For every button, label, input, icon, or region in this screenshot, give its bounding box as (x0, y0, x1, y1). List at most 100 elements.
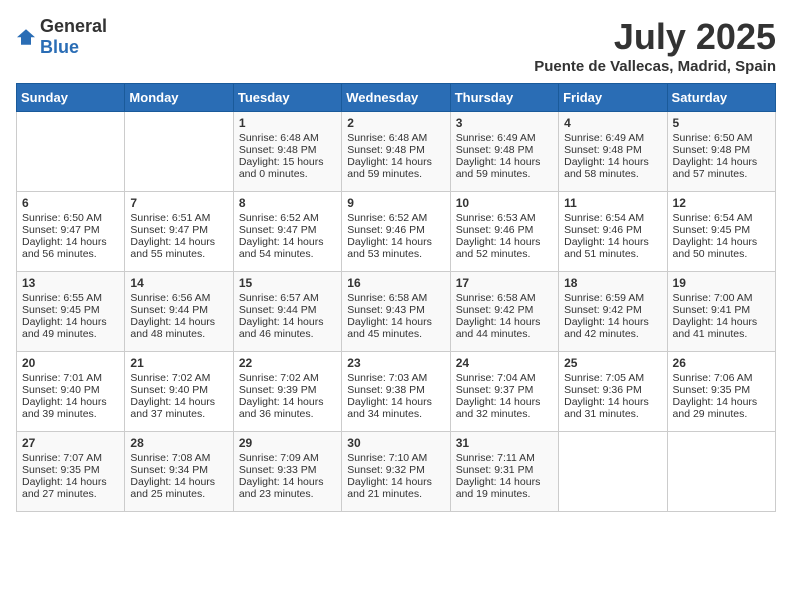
sunrise-time: Sunrise: 6:53 AM (456, 212, 553, 224)
sunset-time: Sunset: 9:42 PM (564, 304, 661, 316)
sunrise-time: Sunrise: 7:09 AM (239, 452, 336, 464)
daylight-hours: Daylight: 14 hours and 37 minutes. (130, 396, 227, 420)
sunset-time: Sunset: 9:34 PM (130, 464, 227, 476)
daylight-hours: Daylight: 14 hours and 23 minutes. (239, 476, 336, 500)
page-header: General Blue July 2025 Puente de Valleca… (16, 16, 776, 75)
weekday-header-sunday: Sunday (17, 84, 125, 112)
calendar-header: SundayMondayTuesdayWednesdayThursdayFrid… (17, 84, 776, 112)
sunset-time: Sunset: 9:47 PM (130, 224, 227, 236)
daylight-hours: Daylight: 14 hours and 36 minutes. (239, 396, 336, 420)
sunset-time: Sunset: 9:31 PM (456, 464, 553, 476)
sunset-time: Sunset: 9:48 PM (564, 144, 661, 156)
sunset-time: Sunset: 9:39 PM (239, 384, 336, 396)
logo-blue: Blue (40, 37, 79, 57)
calendar-cell: 24Sunrise: 7:04 AMSunset: 9:37 PMDayligh… (450, 352, 558, 432)
daylight-hours: Daylight: 14 hours and 31 minutes. (564, 396, 661, 420)
weekday-header-saturday: Saturday (667, 84, 775, 112)
sunrise-time: Sunrise: 6:50 AM (673, 132, 770, 144)
sunset-time: Sunset: 9:40 PM (22, 384, 119, 396)
sunset-time: Sunset: 9:47 PM (239, 224, 336, 236)
calendar-cell: 2Sunrise: 6:48 AMSunset: 9:48 PMDaylight… (342, 112, 450, 192)
calendar-cell: 21 Sunrise: 7:02 AMSunset: 9:40 PMDayligh… (125, 352, 233, 432)
daylight-hours: Daylight: 14 hours and 53 minutes. (347, 236, 444, 260)
calendar-cell: 23Sunrise: 7:03 AMSunset: 9:38 PMDayligh… (342, 352, 450, 432)
calendar-cell: 14 Sunrise: 6:56 AMSunset: 9:44 PMDayligh… (125, 272, 233, 352)
daylight-hours: Daylight: 14 hours and 50 minutes. (673, 236, 770, 260)
calendar-week-row: 13Sunrise: 6:55 AMSunset: 9:45 PMDayligh… (17, 272, 776, 352)
sunrise-time: Sunrise: 6:56 AM (130, 292, 227, 304)
sunrise-time: Sunrise: 6:49 AM (456, 132, 553, 144)
daylight-hours: Daylight: 14 hours and 19 minutes. (456, 476, 553, 500)
sunset-time: Sunset: 9:48 PM (347, 144, 444, 156)
day-number: 11 (564, 196, 661, 210)
logo-text: General Blue (40, 16, 107, 58)
sunrise-time: Sunrise: 6:48 AM (347, 132, 444, 144)
daylight-hours: Daylight: 14 hours and 57 minutes. (673, 156, 770, 180)
sunrise-time: Sunrise: 6:59 AM (564, 292, 661, 304)
sunset-time: Sunset: 9:36 PM (564, 384, 661, 396)
calendar-cell: 27Sunrise: 7:07 AMSunset: 9:35 PMDayligh… (17, 432, 125, 512)
sunset-time: Sunset: 9:37 PM (456, 384, 553, 396)
day-number: 12 (673, 196, 770, 210)
sunrise-time: Sunrise: 6:52 AM (239, 212, 336, 224)
day-number: 21 (130, 356, 227, 370)
day-number: 7 (130, 196, 227, 210)
sunrise-time: Sunrise: 6:52 AM (347, 212, 444, 224)
sunset-time: Sunset: 9:43 PM (347, 304, 444, 316)
daylight-hours: Daylight: 14 hours and 39 minutes. (22, 396, 119, 420)
day-number: 5 (673, 116, 770, 130)
calendar-cell: 16Sunrise: 6:58 AMSunset: 9:43 PMDayligh… (342, 272, 450, 352)
weekday-header-monday: Monday (125, 84, 233, 112)
daylight-hours: Daylight: 14 hours and 52 minutes. (456, 236, 553, 260)
sunset-time: Sunset: 9:40 PM (130, 384, 227, 396)
logo-general: General (40, 16, 107, 36)
sunset-time: Sunset: 9:45 PM (673, 224, 770, 236)
daylight-hours: Daylight: 14 hours and 49 minutes. (22, 316, 119, 340)
calendar-cell: 11Sunrise: 6:54 AMSunset: 9:46 PMDayligh… (559, 192, 667, 272)
calendar-cell (559, 432, 667, 512)
day-number: 8 (239, 196, 336, 210)
sunrise-time: Sunrise: 7:02 AM (130, 372, 227, 384)
sunset-time: Sunset: 9:47 PM (22, 224, 119, 236)
sunrise-time: Sunrise: 7:11 AM (456, 452, 553, 464)
day-number: 19 (673, 276, 770, 290)
calendar-cell: 19Sunrise: 7:00 AMSunset: 9:41 PMDayligh… (667, 272, 775, 352)
daylight-hours: Daylight: 14 hours and 32 minutes. (456, 396, 553, 420)
calendar-cell: 4Sunrise: 6:49 AMSunset: 9:48 PMDaylight… (559, 112, 667, 192)
daylight-hours: Daylight: 14 hours and 29 minutes. (673, 396, 770, 420)
calendar-week-row: 1Sunrise: 6:48 AMSunset: 9:48 PMDaylight… (17, 112, 776, 192)
calendar-cell: 22Sunrise: 7:02 AMSunset: 9:39 PMDayligh… (233, 352, 341, 432)
daylight-hours: Daylight: 14 hours and 59 minutes. (347, 156, 444, 180)
day-number: 26 (673, 356, 770, 370)
sunrise-time: Sunrise: 6:55 AM (22, 292, 119, 304)
daylight-hours: Daylight: 14 hours and 42 minutes. (564, 316, 661, 340)
sunset-time: Sunset: 9:45 PM (22, 304, 119, 316)
sunset-time: Sunset: 9:44 PM (130, 304, 227, 316)
daylight-hours: Daylight: 14 hours and 54 minutes. (239, 236, 336, 260)
sunset-time: Sunset: 9:35 PM (673, 384, 770, 396)
daylight-hours: Daylight: 14 hours and 48 minutes. (130, 316, 227, 340)
day-number: 4 (564, 116, 661, 130)
calendar-cell: 28Sunrise: 7:08 AMSunset: 9:34 PMDayligh… (125, 432, 233, 512)
sunset-time: Sunset: 9:48 PM (673, 144, 770, 156)
sunset-time: Sunset: 9:38 PM (347, 384, 444, 396)
calendar-body: 1Sunrise: 6:48 AMSunset: 9:48 PMDaylight… (17, 112, 776, 512)
calendar-cell: 1Sunrise: 6:48 AMSunset: 9:48 PMDaylight… (233, 112, 341, 192)
calendar-table: SundayMondayTuesdayWednesdayThursdayFrid… (16, 83, 776, 512)
sunset-time: Sunset: 9:41 PM (673, 304, 770, 316)
calendar-cell: 20Sunrise: 7:01 AMSunset: 9:40 PMDayligh… (17, 352, 125, 432)
sunrise-time: Sunrise: 6:57 AM (239, 292, 336, 304)
daylight-hours: Daylight: 14 hours and 21 minutes. (347, 476, 444, 500)
day-number: 23 (347, 356, 444, 370)
day-number: 14 (130, 276, 227, 290)
sunrise-time: Sunrise: 6:48 AM (239, 132, 336, 144)
weekday-header-thursday: Thursday (450, 84, 558, 112)
calendar-cell: 26Sunrise: 7:06 AMSunset: 9:35 PMDayligh… (667, 352, 775, 432)
day-number: 20 (22, 356, 119, 370)
daylight-hours: Daylight: 14 hours and 25 minutes. (130, 476, 227, 500)
day-number: 24 (456, 356, 553, 370)
sunset-time: Sunset: 9:44 PM (239, 304, 336, 316)
calendar-cell: 13Sunrise: 6:55 AMSunset: 9:45 PMDayligh… (17, 272, 125, 352)
sunset-time: Sunset: 9:46 PM (456, 224, 553, 236)
weekday-header-tuesday: Tuesday (233, 84, 341, 112)
